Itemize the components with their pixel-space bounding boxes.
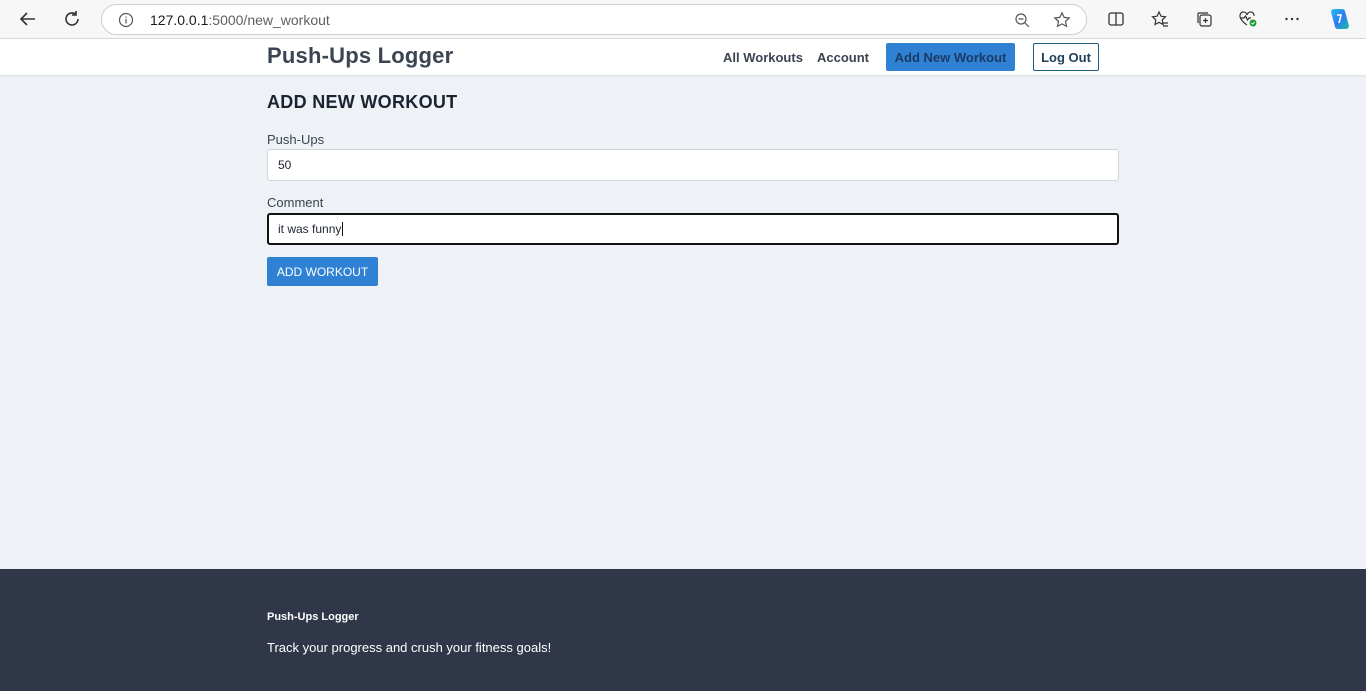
footer-brand: Push-Ups Logger	[267, 611, 359, 623]
zoom-out-icon[interactable]	[1012, 10, 1032, 30]
comment-input-value: it was funny	[278, 222, 342, 236]
address-bar[interactable]: 127.0.0.1:5000/new_workout	[101, 4, 1087, 35]
browser-toolbar: 127.0.0.1:5000/new_workout	[0, 0, 1366, 39]
split-screen-icon[interactable]	[1105, 8, 1127, 30]
url-text[interactable]: 127.0.0.1:5000/new_workout	[150, 12, 330, 28]
text-caret	[342, 222, 344, 236]
url-host: 127.0.0.1	[150, 12, 209, 28]
comment-input[interactable]: it was funny	[267, 213, 1119, 245]
nav-all-workouts[interactable]: All Workouts	[723, 50, 803, 65]
add-workout-button[interactable]: ADD WORKOUT	[267, 257, 378, 286]
pushups-label: Push-Ups	[267, 132, 325, 147]
nav-account[interactable]: Account	[817, 50, 869, 65]
page-title: ADD NEW WORKOUT	[267, 92, 458, 112]
favorites-icon[interactable]	[1149, 8, 1171, 30]
browser-essentials-icon[interactable]	[1237, 8, 1259, 30]
footer-tagline: Track your progress and crush your fitne…	[267, 640, 552, 655]
url-path: :5000/new_workout	[208, 12, 330, 28]
site-brand[interactable]: Push-Ups Logger	[267, 43, 453, 69]
back-icon[interactable]	[16, 7, 40, 31]
site-header: Push-Ups Logger All Workouts Account Add…	[0, 39, 1366, 75]
nav-add-new-workout-button[interactable]: Add New Workout	[886, 43, 1015, 71]
pushups-input-value: 50	[278, 158, 292, 172]
copilot-icon[interactable]	[1326, 6, 1352, 32]
reload-icon[interactable]	[60, 7, 84, 31]
info-icon[interactable]	[116, 10, 136, 30]
more-icon[interactable]	[1281, 8, 1303, 30]
logout-button[interactable]: Log Out	[1033, 43, 1099, 71]
collections-icon[interactable]	[1193, 8, 1215, 30]
comment-label: Comment	[267, 195, 324, 210]
favorite-star-icon[interactable]	[1052, 10, 1072, 30]
site-footer: Push-Ups Logger Track your progress and …	[0, 569, 1366, 691]
pushups-input[interactable]: 50	[267, 149, 1119, 181]
